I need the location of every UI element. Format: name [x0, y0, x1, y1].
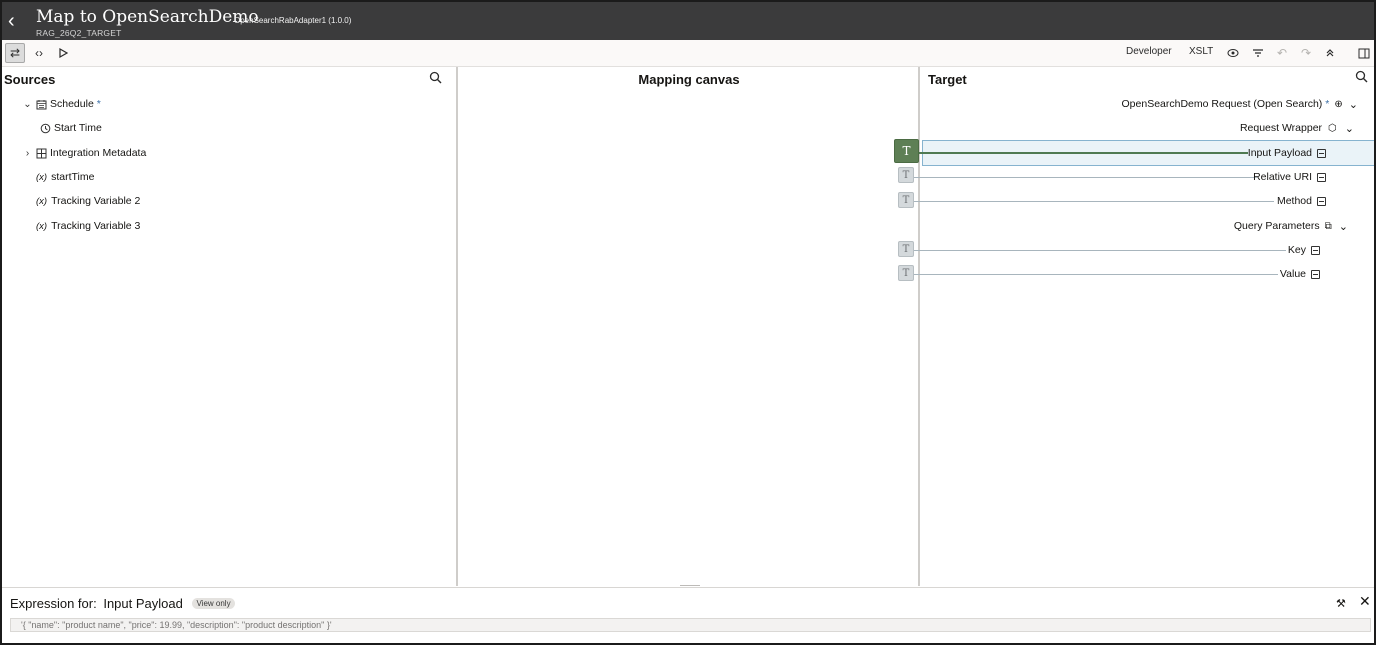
app-header: ‹ Map to OpenSearchDemo RAG_26Q2_TARGET … [2, 0, 1374, 40]
text-function-icon[interactable]: T [898, 192, 914, 208]
target-item-key[interactable]: Key [1288, 241, 1320, 259]
text-function-icon[interactable]: T [894, 139, 919, 163]
test-run-icon[interactable] [54, 43, 72, 63]
chevron-down-icon[interactable]: ⌄ [1349, 98, 1358, 111]
expression-header: Expression for: Input Payload View only [10, 596, 235, 611]
expression-target: Input Payload [103, 596, 183, 611]
target-item-label: Method [1276, 195, 1312, 207]
globe-icon: ⊕ [1334, 98, 1343, 110]
target-item-request[interactable]: OpenSearchDemo Request (Open Search) * ⊕… [1122, 95, 1358, 113]
string-type-icon [1311, 269, 1320, 279]
collapse-all-icon[interactable] [1322, 43, 1338, 63]
canvas-title: Mapping canvas [638, 72, 740, 87]
target-item-relative-uri[interactable]: Relative URI [1253, 168, 1326, 186]
chevron-down-icon[interactable]: ⌄ [1345, 122, 1354, 135]
text-function-icon[interactable]: T [898, 167, 914, 183]
variable-icon: (x) [36, 171, 48, 183]
panel-toggle-icon[interactable] [1356, 43, 1372, 63]
chevron-down-icon[interactable]: ⌄ [1339, 220, 1348, 233]
target-item-value[interactable]: Value [1280, 265, 1320, 283]
chevron-down-icon[interactable]: ⌄ [22, 99, 33, 110]
source-item-starttime-var[interactable]: (x) startTime [36, 168, 94, 186]
sources-title: Sources [4, 72, 56, 87]
search-icon[interactable] [1355, 70, 1368, 88]
expression-panel: Expression for: Input Payload View only … [2, 587, 1374, 643]
string-type-icon [1317, 172, 1326, 182]
target-item-label: Key [1287, 244, 1306, 256]
view-only-badge: View only [192, 598, 235, 609]
target-item-label: Request Wrapper [1239, 122, 1323, 134]
eye-icon[interactable] [1225, 43, 1241, 63]
source-item-tracking-variable-3[interactable]: (x) Tracking Variable 3 [36, 217, 140, 235]
undo-icon[interactable]: ↶ [1274, 43, 1290, 63]
source-item-label: startTime [51, 171, 95, 183]
target-panel: Target OpenSearchDemo Request (Open Sear… [922, 67, 1374, 586]
xslt-toggle[interactable]: XSLT [1189, 46, 1213, 57]
source-item-label: Tracking Variable 3 [51, 220, 141, 232]
target-item-label: OpenSearchDemo Request (Open Search) [1121, 98, 1323, 110]
target-item-label: Query Parameters [1233, 220, 1320, 232]
source-item-label: Integration Metadata [50, 147, 147, 159]
source-item-start-time[interactable]: Start Time [40, 119, 102, 137]
mapping-canvas-panel: Mapping canvas [460, 67, 920, 586]
source-item-tracking-variable-2[interactable]: (x) Tracking Variable 2 [36, 192, 140, 210]
target-title: Target [928, 72, 967, 87]
string-type-icon [1317, 148, 1326, 158]
source-item-schedule[interactable]: ⌄ Schedule * [22, 95, 101, 113]
target-item-method[interactable]: Method [1277, 192, 1326, 210]
target-item-request-wrapper[interactable]: Request Wrapper ⬡ ⌄ [1240, 119, 1354, 137]
back-icon[interactable]: ‹ [8, 10, 22, 34]
redo-icon[interactable]: ↷ [1298, 43, 1314, 63]
source-item-label: Start Time [54, 122, 102, 134]
calendar-icon [36, 99, 47, 110]
close-icon[interactable]: ✕ [1359, 593, 1371, 610]
target-item-label: Input Payload [1247, 147, 1312, 159]
developer-toggle[interactable]: Developer [1126, 46, 1172, 57]
variable-icon: (x) [36, 220, 48, 232]
target-item-query-parameters[interactable]: Query Parameters ⧉ ⌄ [1234, 217, 1348, 235]
toolbar: ⇄ ‹› Developer XSLT ↶ ↷ [2, 40, 1374, 67]
expression-field[interactable]: '{ "name": "product name", "price": 19.9… [10, 618, 1371, 632]
mapper-window: ‹ Map to OpenSearchDemo RAG_26Q2_TARGET … [0, 0, 1376, 645]
page-subtitle: RAG_26Q2_TARGET [36, 28, 122, 38]
repeating-element-icon: ⧉ [1324, 220, 1332, 232]
grid-icon [36, 148, 47, 159]
target-item-label: Relative URI [1253, 171, 1312, 183]
source-item-label: Schedule [50, 98, 94, 110]
page-title: Map to OpenSearchDemo [36, 7, 259, 27]
required-marker: * [96, 98, 101, 110]
text-function-icon[interactable]: T [898, 241, 914, 257]
expression-prefix: Expression for: [10, 596, 97, 611]
variable-icon: (x) [36, 195, 48, 207]
mapping-mode-icon[interactable]: ⇄ [5, 43, 25, 63]
cube-icon: ⬡ [1328, 122, 1337, 134]
chevron-right-icon[interactable]: › [22, 148, 33, 159]
target-item-input-payload[interactable]: Input Payload [1248, 144, 1326, 162]
code-view-icon[interactable]: ‹› [30, 43, 48, 63]
filter-icon[interactable] [1250, 43, 1266, 63]
tools-icon[interactable]: ⚒ [1336, 597, 1346, 610]
clock-icon [40, 123, 51, 134]
target-item-label: Value [1279, 268, 1306, 280]
search-icon[interactable] [429, 71, 442, 89]
required-marker: * [1325, 98, 1330, 110]
string-type-icon [1317, 196, 1326, 206]
source-item-label: Tracking Variable 2 [51, 195, 141, 207]
source-item-integration-metadata[interactable]: › Integration Metadata [22, 144, 147, 162]
sources-panel: Sources ⌄ Schedule * Start Time › Integr… [2, 67, 458, 586]
text-function-icon[interactable]: T [898, 265, 914, 281]
adapter-label: OpenSearchRabAdapter1 (1.0.0) [234, 16, 352, 25]
string-type-icon [1311, 245, 1320, 255]
